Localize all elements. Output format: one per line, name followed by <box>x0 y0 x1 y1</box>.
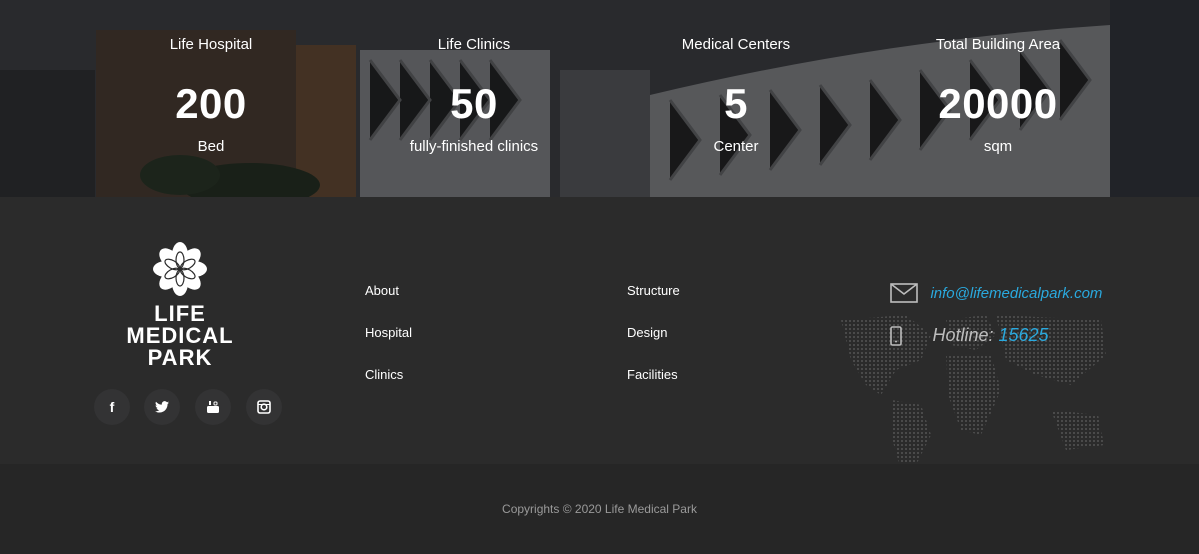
hotline-label: Hotline: <box>932 325 994 345</box>
flower-logo-icon <box>153 242 207 296</box>
youtube-button[interactable] <box>195 389 231 425</box>
stat-label: Total Building Area <box>935 36 1061 53</box>
stat-label: Life Hospital <box>169 36 253 53</box>
site-footer: LIFE MEDICAL PARK f About Hospital Clini… <box>0 197 1199 470</box>
envelope-icon <box>890 283 918 303</box>
stat-label: Medical Centers <box>681 36 791 53</box>
youtube-icon <box>207 401 219 413</box>
stat-unit: fully-finished clinics <box>409 138 539 155</box>
footer-links-col2: Structure Design Facilities <box>627 283 680 409</box>
facebook-icon: f <box>109 399 115 415</box>
stats-banner: Life Hospital 200 Bed Life Clinics 50 fu… <box>0 0 1199 197</box>
hotline-text: Hotline: 15625 <box>932 325 1048 345</box>
footer-links-col1: About Hospital Clinics <box>365 283 412 409</box>
stat-label: Life Clinics <box>437 36 511 53</box>
twitter-icon <box>155 401 169 413</box>
link-about[interactable]: About <box>365 283 412 325</box>
stat-unit: Bed <box>197 138 225 155</box>
link-design[interactable]: Design <box>627 325 680 367</box>
link-structure[interactable]: Structure <box>627 283 680 325</box>
contact-email-row: info@lifemedicalpark.com <box>890 283 1102 303</box>
contact-hotline-row: Hotline: 15625 <box>890 325 1049 346</box>
stat-value: 50 <box>450 80 498 127</box>
stat-unit: Center <box>713 138 759 155</box>
copyright-text: Copyrights © 2020 Life Medical Park <box>502 502 697 516</box>
link-hospital[interactable]: Hospital <box>365 325 412 367</box>
instagram-icon <box>257 400 271 414</box>
hotline-number[interactable]: 15625 <box>999 325 1049 345</box>
stat-value: 5 <box>724 80 748 127</box>
instagram-button[interactable] <box>246 389 282 425</box>
stat-value: 200 <box>175 80 247 127</box>
link-facilities[interactable]: Facilities <box>627 367 680 409</box>
stat-unit: sqm <box>983 138 1013 155</box>
twitter-button[interactable] <box>144 389 180 425</box>
stat-value: 20000 <box>938 80 1058 127</box>
copyright-bar: Copyrights © 2020 Life Medical Park <box>0 464 1199 554</box>
logo-text-line2: PARK <box>147 345 213 370</box>
logo-text-line1: LIFE MEDICAL <box>126 301 234 348</box>
contact-email-link[interactable]: info@lifemedicalpark.com <box>930 285 1102 302</box>
link-clinics[interactable]: Clinics <box>365 367 412 409</box>
mobile-phone-icon <box>890 325 902 346</box>
footer-logo[interactable]: LIFE MEDICAL PARK <box>100 241 260 369</box>
facebook-button[interactable]: f <box>94 389 130 425</box>
